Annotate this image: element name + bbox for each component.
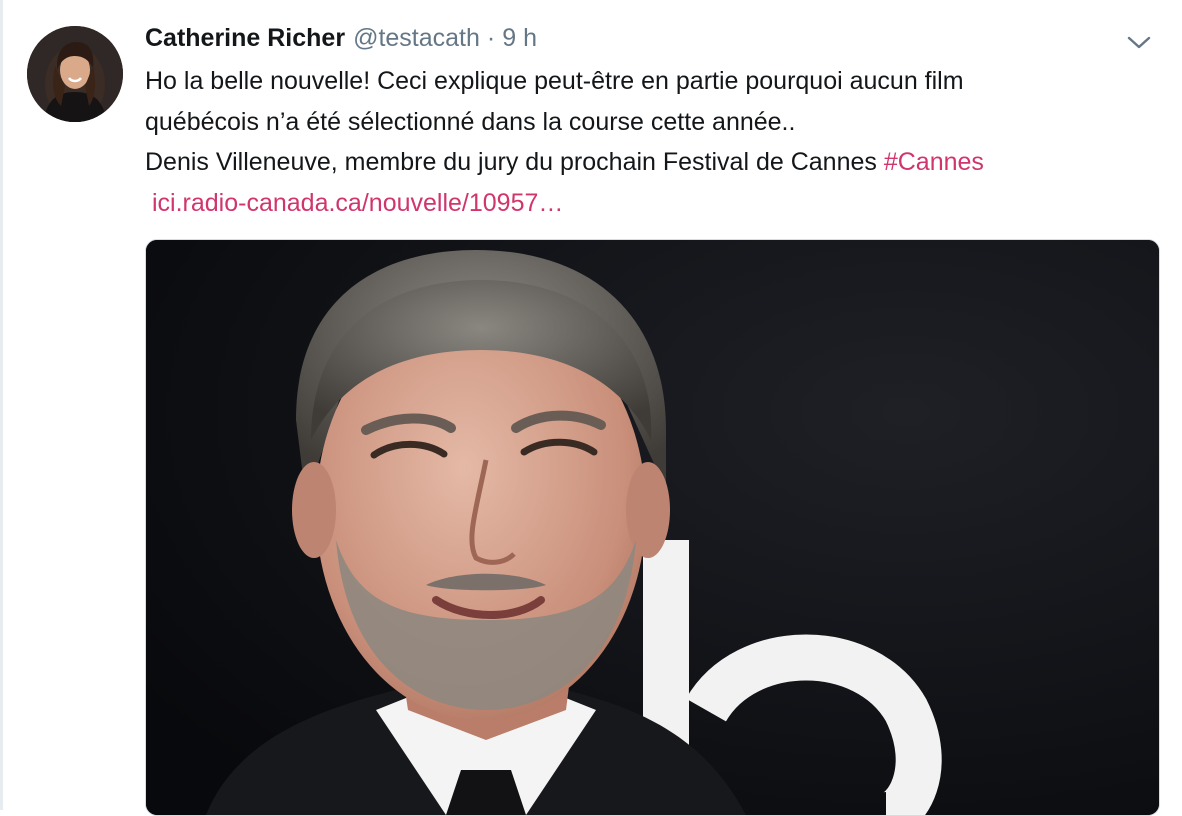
chevron-down-icon — [1127, 36, 1151, 49]
tweet-text: Ho la belle nouvelle! Ceci explique peut… — [145, 61, 1155, 223]
author-name[interactable]: Catherine Richer — [145, 24, 345, 53]
tweet-header: Catherine Richer @testacath · 9 h — [145, 24, 537, 58]
timestamp[interactable]: 9 h — [502, 24, 537, 53]
hashtag-link[interactable]: #Cannes — [884, 148, 984, 176]
separator-dot: · — [486, 24, 496, 52]
avatar-image — [27, 26, 123, 122]
author-handle[interactable]: @testacath — [353, 24, 480, 53]
tweet-text-line: Ho la belle nouvelle! Ceci explique peut… — [145, 67, 964, 95]
tweet-text-segment: Denis Villeneuve, membre du jury du proc… — [145, 148, 877, 176]
tweet-text-line: Denis Villeneuve, membre du jury du proc… — [145, 142, 1155, 183]
avatar[interactable] — [27, 26, 123, 122]
tweet-menu-button[interactable] — [1124, 28, 1154, 58]
tweet[interactable]: Catherine Richer @testacath · 9 h Ho la … — [0, 0, 1182, 816]
tweet-text-line: ici.radio-canada.ca/nouvelle/10957… — [145, 183, 1155, 224]
tweet-text-line: québécois n’a été sélectionné dans la co… — [145, 107, 796, 136]
photo-image — [146, 240, 1159, 815]
article-link[interactable]: ici.radio-canada.ca/nouvelle/10957… — [152, 189, 563, 217]
timeline-border — [0, 0, 3, 810]
media-photo[interactable] — [145, 239, 1160, 816]
